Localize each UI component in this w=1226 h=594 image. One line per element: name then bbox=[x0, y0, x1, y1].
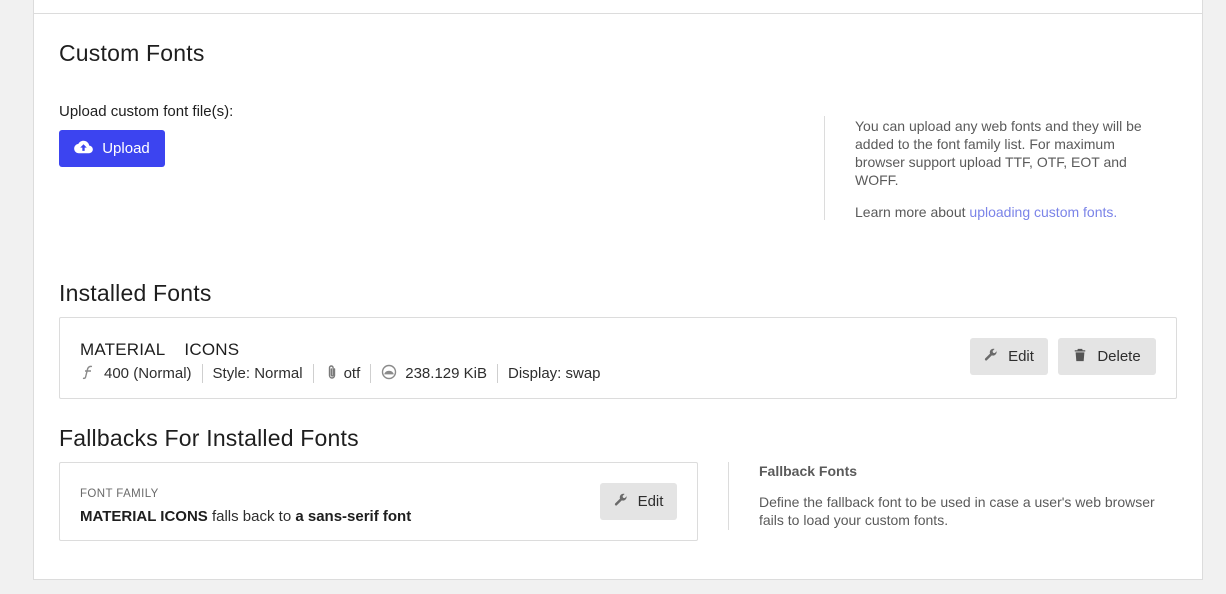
fallback-help: Fallback Fonts Define the fallback font … bbox=[728, 462, 1168, 530]
font-size-value: 238.129 KiB bbox=[405, 365, 487, 382]
font-display-value: Display: swap bbox=[507, 365, 601, 382]
fallback-description: MATERIAL ICONS falls back to a sans-seri… bbox=[80, 508, 411, 525]
divider bbox=[33, 579, 1203, 580]
delete-font-button[interactable]: Delete bbox=[1058, 338, 1156, 375]
font-style: Style: Normal bbox=[201, 364, 313, 383]
font-name: MATERIAL ICONS bbox=[80, 340, 240, 359]
fallback-help-title: Fallback Fonts bbox=[759, 463, 858, 479]
font-format: otf bbox=[312, 364, 371, 384]
trash-icon bbox=[1073, 348, 1087, 366]
edit-fallback-button[interactable]: Edit bbox=[600, 483, 677, 520]
upload-label: Upload custom font file(s): bbox=[59, 103, 234, 120]
custom-fonts-heading: Custom Fonts bbox=[59, 40, 205, 66]
font-meta: 400 (Normal) Style: Normal otf 238.129 K… bbox=[80, 364, 611, 383]
fallback-font-value: a sans-serif font bbox=[295, 508, 412, 525]
font-weight-icon bbox=[80, 364, 96, 384]
upload-button-label: Upload bbox=[102, 140, 150, 157]
cloud-upload-icon bbox=[74, 140, 94, 158]
learn-more-line: Learn more about uploading custom fonts. bbox=[855, 203, 1154, 221]
storage-icon bbox=[381, 364, 397, 384]
font-weight-value: 400 (Normal) bbox=[104, 365, 192, 382]
fallbacks-heading: Fallbacks For Installed Fonts bbox=[59, 425, 359, 451]
font-display: Display: swap bbox=[496, 364, 611, 383]
delete-font-button-label: Delete bbox=[1097, 348, 1141, 365]
font-format-value: otf bbox=[343, 365, 361, 382]
uploading-custom-fonts-link[interactable]: uploading custom fonts. bbox=[969, 204, 1117, 220]
upload-help-text: You can upload any web fonts and they wi… bbox=[855, 118, 1142, 188]
font-weight: 400 (Normal) bbox=[80, 364, 202, 383]
fallback-help-text: Define the fallback font to be used in c… bbox=[759, 494, 1155, 528]
edit-font-button-label: Edit bbox=[1008, 348, 1034, 365]
edit-font-button[interactable]: Edit bbox=[970, 338, 1048, 375]
installed-fonts-heading: Installed Fonts bbox=[59, 280, 212, 306]
upload-help: You can upload any web fonts and they wi… bbox=[824, 116, 1154, 220]
falls-back-to-text: falls back to bbox=[211, 508, 292, 525]
edit-fallback-button-label: Edit bbox=[637, 493, 664, 510]
font-family-label: FONT FAMILY bbox=[80, 488, 159, 500]
font-size: 238.129 KiB bbox=[370, 364, 497, 383]
wrench-icon bbox=[614, 493, 628, 511]
fallback-family-name: MATERIAL ICONS bbox=[80, 508, 208, 525]
wrench-icon bbox=[984, 348, 998, 366]
divider bbox=[33, 13, 1203, 14]
paperclip-icon bbox=[324, 364, 340, 384]
learn-more-prefix: Learn more about bbox=[855, 204, 970, 220]
upload-button[interactable]: Upload bbox=[59, 130, 165, 167]
font-style-value: Style: Normal bbox=[212, 365, 303, 382]
